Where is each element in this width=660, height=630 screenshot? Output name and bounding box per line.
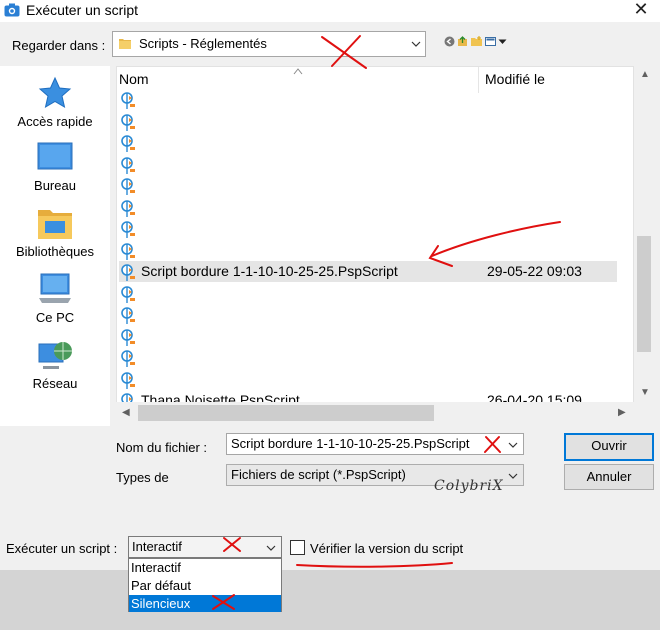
table-row[interactable] xyxy=(119,218,617,239)
close-button[interactable]: ✕ xyxy=(628,0,654,20)
bottom-strip xyxy=(0,570,660,630)
table-row[interactable] xyxy=(119,111,617,132)
table-row[interactable] xyxy=(119,326,617,347)
pspscript-file-icon xyxy=(121,135,135,152)
pspscript-file-icon xyxy=(121,156,135,174)
chevron-down-icon[interactable] xyxy=(507,472,519,480)
place-network[interactable]: Réseau xyxy=(0,338,110,392)
desktop-icon xyxy=(37,142,73,170)
filetype-label: Types de xyxy=(116,470,169,485)
table-row[interactable] xyxy=(119,132,617,153)
pspscript-file-icon xyxy=(121,92,135,109)
window-title: Exécuter un script xyxy=(26,2,139,18)
table-row[interactable] xyxy=(119,197,617,218)
place-this-pc[interactable]: Ce PC xyxy=(0,272,110,326)
table-row[interactable] xyxy=(119,175,617,196)
scroll-right-icon[interactable]: ▶ xyxy=(618,408,626,418)
filetype-value: Fichiers de script (*.PspScript) xyxy=(231,467,406,482)
vertical-scroll-thumb[interactable] xyxy=(637,236,651,352)
pspscript-file-icon xyxy=(121,242,135,260)
folder-icon xyxy=(119,39,131,49)
filename-value: Script bordure 1-1-10-10-25-25.PspScript xyxy=(231,436,470,451)
up-folder-icon[interactable] xyxy=(457,36,468,47)
places-bar: Accès rapide Bureau Bibliothèques Ce PC xyxy=(0,66,110,426)
filename-input[interactable]: Script bordure 1-1-10-10-25-25.PspScript xyxy=(226,433,524,455)
table-row[interactable] xyxy=(119,283,617,304)
pspscript-file-icon xyxy=(121,328,135,346)
filename-label: Nom du fichier : xyxy=(116,440,208,455)
table-row[interactable] xyxy=(119,347,617,368)
table-row[interactable] xyxy=(119,154,617,175)
scroll-down-icon[interactable]: ▼ xyxy=(640,388,650,398)
pspscript-file-icon xyxy=(121,350,135,367)
libraries-icon xyxy=(38,210,72,239)
annotation-underline xyxy=(296,562,453,568)
place-libraries[interactable]: Bibliothèques xyxy=(0,206,110,260)
scroll-left-icon[interactable]: ◀ xyxy=(122,408,130,418)
place-label: Ce PC xyxy=(35,310,75,325)
exec-mode-value: Interactif xyxy=(132,539,182,554)
exec-option-interactive[interactable]: Interactif xyxy=(129,559,281,576)
pspscript-file-icon xyxy=(121,221,135,238)
place-label: Accès rapide xyxy=(17,114,93,129)
exec-mode-select[interactable]: Interactif xyxy=(128,536,282,558)
watermark-text: ColybriX xyxy=(434,478,504,494)
table-row[interactable] xyxy=(119,304,617,325)
exec-mode-dropdown: Interactif Par défaut Silencieux xyxy=(128,558,282,612)
scroll-up-icon[interactable]: ▲ xyxy=(640,70,650,80)
exec-mode-label: Exécuter un script : xyxy=(6,541,118,556)
file-list[interactable]: Nom Modifié le Script bordure 1-1-10-10-… xyxy=(116,66,634,424)
exec-option-default[interactable]: Par défaut xyxy=(129,577,281,594)
file-row-selected[interactable]: Script bordure 1-1-10-10-25-25.PspScript… xyxy=(119,261,617,282)
place-quick-access[interactable]: Accès rapide xyxy=(0,76,110,130)
star-icon xyxy=(38,76,72,109)
look-in-value: Scripts - Réglementés xyxy=(139,36,267,51)
place-label: Bibliothèques xyxy=(15,244,95,259)
pspscript-file-icon xyxy=(121,371,135,389)
file-date: 29-05-22 09:03 xyxy=(487,263,582,279)
table-row[interactable] xyxy=(119,369,617,390)
pspscript-file-icon xyxy=(121,285,135,303)
pspscript-file-icon xyxy=(121,178,135,195)
place-desktop[interactable]: Bureau xyxy=(0,142,110,194)
vertical-scrollbar[interactable]: ▲ ▼ xyxy=(634,66,654,402)
horizontal-scroll-thumb[interactable] xyxy=(138,405,434,421)
column-header-modified[interactable]: Modifié le xyxy=(485,71,545,87)
chevron-down-icon[interactable] xyxy=(409,36,423,52)
look-in-label: Regarder dans : xyxy=(12,38,106,53)
camera-icon xyxy=(4,3,20,17)
table-row[interactable] xyxy=(119,89,617,110)
verify-version-checkbox[interactable] xyxy=(290,540,305,555)
back-icon[interactable] xyxy=(444,36,455,47)
place-label: Bureau xyxy=(34,178,76,193)
column-header-name[interactable]: Nom xyxy=(119,71,149,87)
pspscript-file-icon xyxy=(121,307,135,324)
pspscript-file-icon xyxy=(121,199,135,217)
open-button[interactable]: Ouvrir xyxy=(564,433,654,461)
view-dropdown-icon[interactable] xyxy=(497,36,508,47)
cancel-button[interactable]: Annuler xyxy=(564,464,654,490)
verify-version-label[interactable]: Vérifier la version du script xyxy=(310,541,463,557)
new-folder-icon[interactable] xyxy=(471,36,482,47)
horizontal-scrollbar[interactable]: ◀ ▶ xyxy=(116,402,634,424)
place-label: Réseau xyxy=(32,376,78,391)
view-menu-icon[interactable] xyxy=(485,36,496,47)
exec-option-silent[interactable]: Silencieux xyxy=(129,595,281,612)
file-name: Script bordure 1-1-10-10-25-25.PspScript xyxy=(141,263,398,279)
computer-icon xyxy=(39,273,71,303)
table-row[interactable] xyxy=(119,240,617,261)
sort-up-icon xyxy=(293,68,303,75)
pspscript-file-icon xyxy=(121,264,135,281)
look-in-combo[interactable]: Scripts - Réglementés xyxy=(112,31,426,57)
pspscript-file-icon xyxy=(121,113,135,131)
chevron-down-icon[interactable] xyxy=(265,544,277,552)
chevron-down-icon[interactable] xyxy=(507,441,519,449)
network-icon xyxy=(38,342,72,369)
title-bar: Exécuter un script ✕ xyxy=(0,0,660,22)
